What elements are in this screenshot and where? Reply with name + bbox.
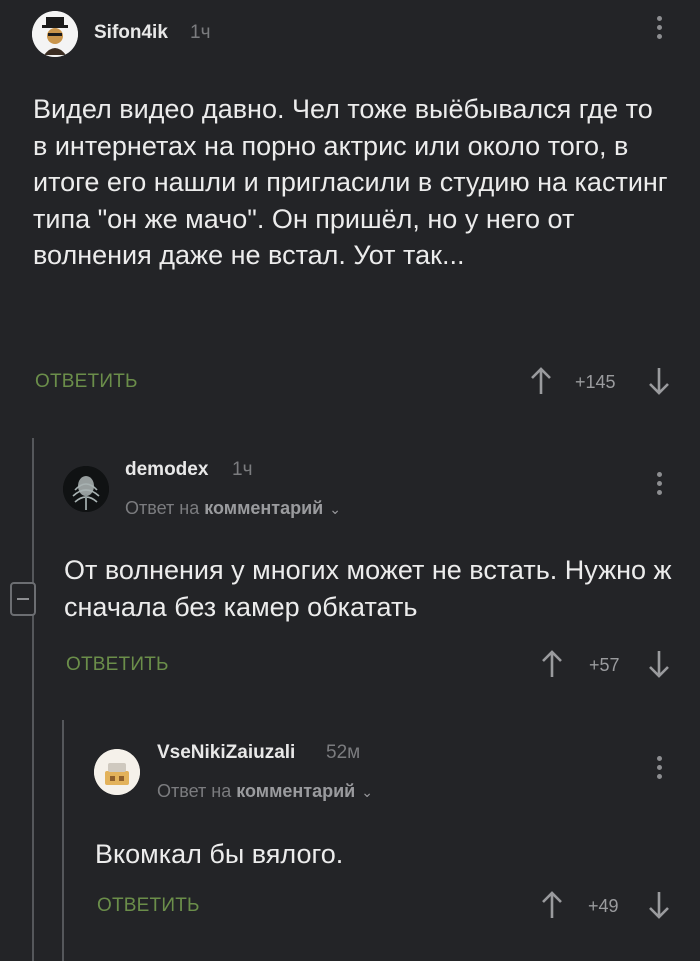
comment-text: От волнения у многих может не встать. Ну… [64,555,672,622]
reply-to-link[interactable]: Ответ на комментарий ⌄ [125,498,341,519]
thread-line-level1 [32,438,34,961]
arrow-down-icon[interactable] [648,366,670,396]
timestamp: 52м [326,742,361,763]
reply-to-target[interactable]: комментарий [204,498,323,518]
arrow-down-icon[interactable] [648,649,670,679]
arrow-down-icon[interactable] [648,890,670,920]
reply-button[interactable]: ОТВЕТИТЬ [97,895,200,917]
reply-button[interactable]: ОТВЕТИТЬ [35,371,138,393]
username[interactable]: Sifon4ik [94,22,168,44]
kebab-menu-icon[interactable] [655,756,663,783]
chevron-down-icon[interactable]: ⌄ [329,501,341,518]
reply-to-prefix: Ответ на [125,498,200,518]
timestamp: 1ч [190,22,211,43]
arrow-up-icon[interactable] [530,366,552,396]
vote-score: +145 [575,372,616,392]
reply-to-prefix: Ответ на [157,781,232,801]
kebab-menu-icon[interactable] [655,16,663,43]
comment-text: Видел видео давно. Чел тоже выёбывался г… [33,94,668,270]
username[interactable]: demodex [125,459,208,481]
comment-text: Вкомкал бы вялого. [95,839,344,869]
thread-line-level2 [62,720,64,961]
username[interactable]: VseNikiZaiuzali [157,742,295,764]
reply-to-link[interactable]: Ответ на комментарий ⌄ [157,781,373,802]
kebab-menu-icon[interactable] [655,472,663,499]
chevron-down-icon[interactable]: ⌄ [361,784,373,801]
timestamp: 1ч [232,459,253,480]
avatar[interactable] [32,11,78,57]
avatar[interactable] [63,466,109,512]
collapse-thread-button[interactable] [10,582,36,616]
arrow-up-icon[interactable] [541,890,563,920]
arrow-up-icon[interactable] [541,649,563,679]
vote-score: +57 [589,655,620,675]
reply-to-target[interactable]: комментарий [236,781,355,801]
reply-button[interactable]: ОТВЕТИТЬ [66,654,169,676]
vote-score: +49 [588,896,619,916]
avatar[interactable] [94,749,140,795]
